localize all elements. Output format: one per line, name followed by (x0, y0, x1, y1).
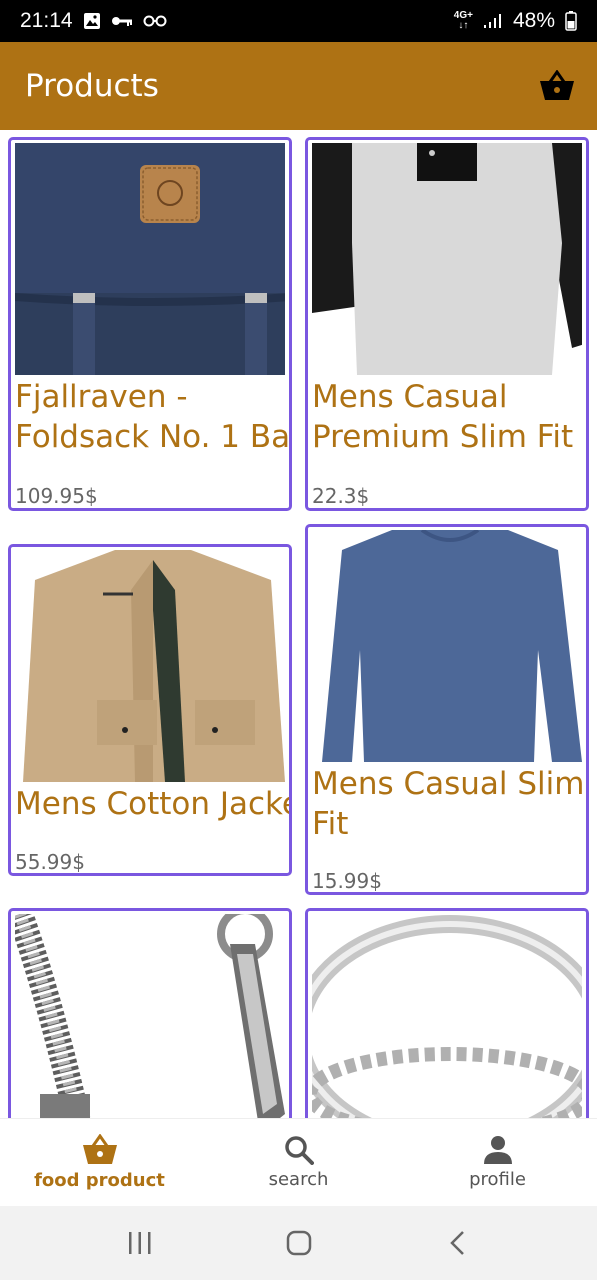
product-grid: Fjallraven - Foldsack No. 1 Backpack 109… (0, 130, 597, 1118)
nav-label: food product (34, 1170, 165, 1191)
status-bar: 21:14 4G+ ↓↑ 48% (0, 0, 597, 42)
product-price: 109.95$ (15, 484, 98, 508)
basket-icon (540, 70, 574, 100)
battery-icon (565, 11, 577, 31)
home-button[interactable] (269, 1218, 329, 1268)
signal-icon (483, 13, 503, 29)
app-bar: Products (0, 42, 597, 130)
product-card[interactable]: Fjallraven - Foldsack No. 1 Backpack 109… (8, 137, 292, 511)
product-card[interactable]: Mens Casual Slim Fit 15.99$ (305, 524, 589, 895)
product-card[interactable]: Mens Cotton Jacket 55.99$ (8, 544, 292, 876)
product-title: Mens Casual Premium Slim Fit (312, 379, 574, 455)
product-image (312, 143, 582, 375)
bottom-navigation: food product search profile (0, 1118, 597, 1206)
product-image (312, 530, 582, 762)
product-card[interactable] (8, 908, 292, 1118)
status-time: 21:14 (20, 9, 73, 32)
home-icon (286, 1230, 311, 1256)
network-type: 4G+ ↓↑ (453, 10, 473, 31)
back-button[interactable] (428, 1218, 488, 1268)
back-icon (449, 1231, 464, 1255)
product-title: Mens Casual Slim Fit (312, 766, 585, 842)
product-card[interactable] (305, 908, 589, 1118)
cart-button[interactable] (535, 64, 579, 108)
gallery-icon (83, 12, 101, 30)
nav-search[interactable]: search (199, 1119, 398, 1206)
system-navigation (0, 1206, 597, 1280)
page-title: Products (25, 68, 159, 104)
product-image (15, 914, 285, 1118)
product-image (312, 914, 582, 1118)
person-icon (483, 1136, 512, 1164)
nav-label: search (268, 1169, 329, 1190)
product-price: 15.99$ (312, 869, 382, 893)
glasses-icon (143, 15, 167, 27)
product-price: 55.99$ (15, 850, 85, 874)
product-title: Mens Cotton Jacket (15, 786, 289, 822)
nav-food-product[interactable]: food product (0, 1119, 199, 1206)
battery-percent: 48% (512, 9, 555, 32)
nav-label: profile (469, 1169, 526, 1190)
nav-profile[interactable]: profile (398, 1119, 597, 1206)
product-title: Fjallraven - Foldsack No. 1 Backpack (15, 379, 289, 455)
recents-button[interactable] (110, 1218, 170, 1268)
recents-icon (128, 1232, 150, 1254)
product-card[interactable]: Mens Casual Premium Slim Fit 22.3$ (305, 137, 589, 511)
search-icon (284, 1136, 314, 1165)
product-image (15, 550, 285, 782)
key-icon (111, 14, 133, 28)
product-price: 22.3$ (312, 484, 370, 508)
product-image (15, 143, 285, 375)
basket-icon (82, 1134, 117, 1164)
